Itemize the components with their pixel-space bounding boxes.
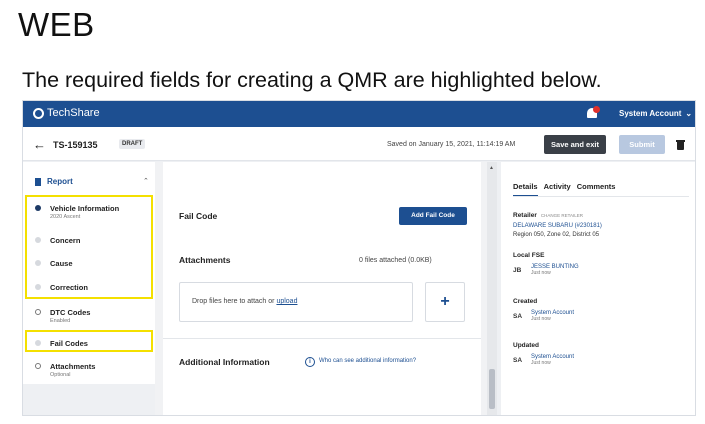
fail-code-title: Fail Code <box>179 211 218 221</box>
avatar: SA <box>513 313 523 320</box>
scroll-up-arrow-icon[interactable]: ▲ <box>489 165 494 171</box>
logo-icon <box>33 107 44 119</box>
sidebar-item-attachments[interactable]: Attachments Optional <box>35 362 95 378</box>
section-divider <box>163 338 481 339</box>
record-id: TS-159135 <box>53 140 98 150</box>
sidebar-item-sub: Enabled <box>50 318 71 324</box>
retailer-label-text: Retailer <box>513 212 537 219</box>
top-navigation-bar: TechShare System Account ⌄ <box>23 101 695 127</box>
tab-activity[interactable]: Activity <box>544 182 571 197</box>
info-icon[interactable]: i <box>305 357 315 367</box>
report-label: Report <box>47 177 73 186</box>
chevron-down-icon: ⌄ <box>685 109 693 118</box>
file-dropzone[interactable]: Drop files here to attach or upload <box>179 282 413 322</box>
created-label: Created <box>513 298 538 305</box>
save-and-exit-button[interactable]: Save and exit <box>544 135 606 154</box>
trash-can <box>677 142 684 150</box>
person-timestamp: Just now <box>531 316 551 322</box>
avatar: SA <box>513 357 523 364</box>
details-tabs: Details Activity Comments <box>513 182 615 197</box>
status-badge: DRAFT <box>119 139 146 149</box>
scrollbar-thumb[interactable] <box>489 369 495 409</box>
gear-icon <box>35 309 41 315</box>
bell-icon[interactable] <box>585 106 600 121</box>
chevron-up-icon[interactable]: ⌃ <box>143 177 149 185</box>
account-menu[interactable]: System Account ⌄ <box>619 109 692 118</box>
sidebar-item-sub: Optional <box>50 372 71 378</box>
tab-comments[interactable]: Comments <box>577 182 616 197</box>
sidebar-item-dtc-codes[interactable]: DTC Codes Enabled <box>35 308 90 324</box>
dropzone-label: Drop files here to attach or <box>192 298 277 305</box>
trash-icon[interactable] <box>676 140 685 150</box>
saved-timestamp: Saved on January 15, 2021, 11:14:19 AM <box>387 141 516 148</box>
tabs-divider <box>513 196 689 197</box>
updated-by: SA System Account Just now <box>513 354 574 366</box>
upload-link[interactable]: upload <box>276 298 297 305</box>
files-attached-count: 0 files attached (0.0KB) <box>359 257 432 264</box>
local-fse-label: Local FSE <box>513 252 545 259</box>
fse-person: JB JESSE BUNTING Just now <box>513 264 579 276</box>
document-icon <box>35 177 41 186</box>
main-content: Fail Code Add Fail Code Attachments 0 fi… <box>155 162 487 415</box>
brand-name: TechShare <box>47 107 100 119</box>
form-card: Fail Code Add Fail Code Attachments 0 fi… <box>163 162 481 415</box>
additional-info-link[interactable]: Who can see additional information? <box>319 358 416 364</box>
updated-label: Updated <box>513 342 539 349</box>
retailer-region: Region 050, Zone 02, District 05 <box>513 232 600 238</box>
additional-information-title: Additional Information <box>179 357 270 367</box>
tab-details[interactable]: Details <box>513 182 538 197</box>
required-highlight-box <box>25 330 153 352</box>
add-fail-code-button[interactable]: Add Fail Code <box>399 207 467 225</box>
person-timestamp: Just now <box>531 270 551 276</box>
attachments-title: Attachments <box>179 255 231 265</box>
app-screenshot: TechShare System Account ⌄ ← TS-159135 DR… <box>22 100 696 416</box>
required-highlight-box <box>25 195 153 299</box>
record-header: ← TS-159135 DRAFT Saved on January 15, 2… <box>23 127 695 161</box>
gear-icon <box>35 363 41 369</box>
sidebar-item-label: Attachments <box>50 362 96 371</box>
created-by: SA System Account Just now <box>513 310 574 322</box>
retailer-label: Retailer CHANGE RETAILER <box>513 212 583 219</box>
slide-subheading: The required fields for creating a QMR a… <box>22 68 602 92</box>
account-label: System Account <box>619 109 682 118</box>
sidebar-item-label: DTC Codes <box>50 308 91 317</box>
notification-dot <box>593 106 600 113</box>
back-arrow-icon[interactable]: ← <box>33 137 46 152</box>
techshare-logo[interactable]: TechShare <box>33 107 100 119</box>
add-attachment-button[interactable]: + <box>425 282 465 322</box>
details-panel: Details Activity Comments Retailer CHANGE… <box>501 162 695 415</box>
report-section-header[interactable]: Report <box>35 177 73 186</box>
change-retailer-link[interactable]: CHANGE RETAILER <box>541 213 583 218</box>
slide-heading: WEB <box>18 6 95 43</box>
submit-button[interactable]: Submit <box>619 135 665 154</box>
dropzone-text: Drop files here to attach or upload <box>192 298 297 305</box>
retailer-name-link[interactable]: DELAWARE SUBARU (#230181) <box>513 223 602 229</box>
avatar: JB <box>513 267 522 274</box>
person-timestamp: Just now <box>531 360 551 366</box>
